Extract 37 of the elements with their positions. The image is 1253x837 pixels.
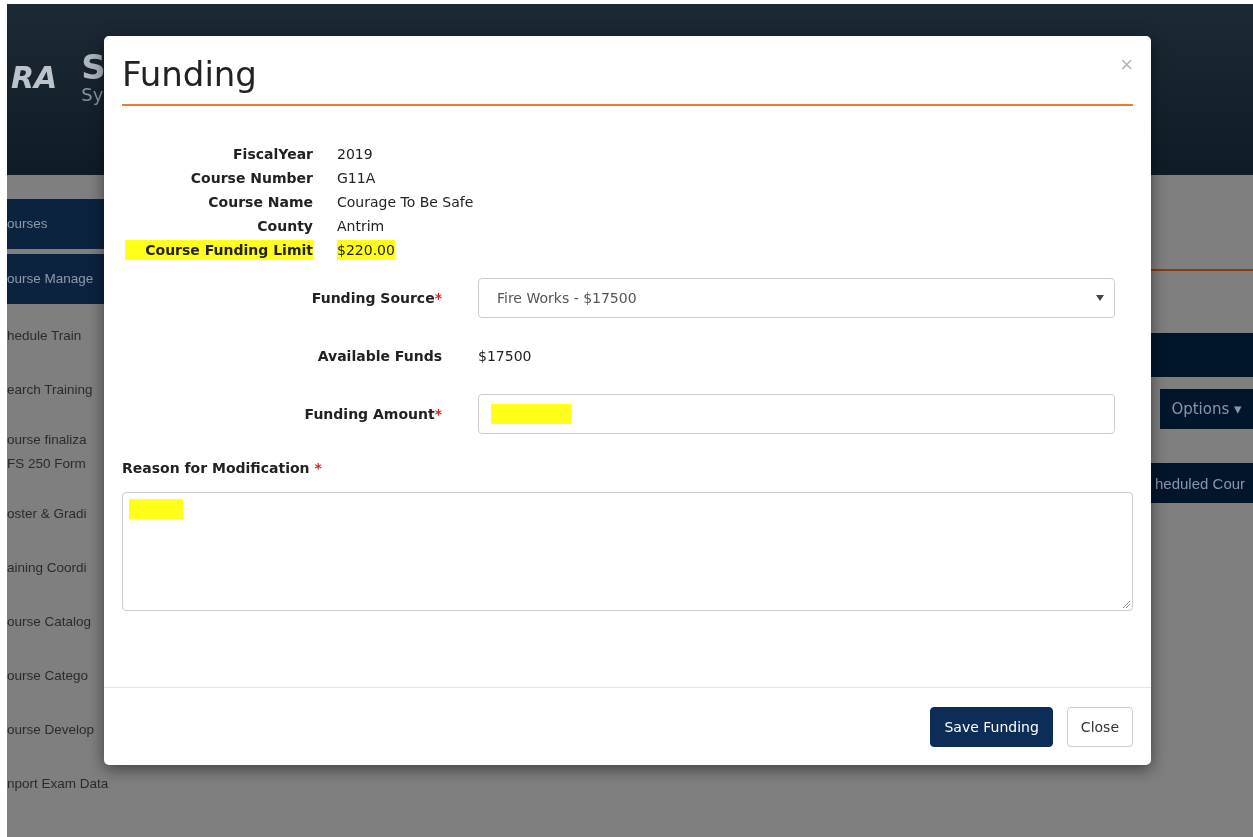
sidebar-item[interactable]: ourse Catalog — [7, 595, 104, 649]
reason-text-area[interactable] — [122, 492, 1133, 611]
sidebar-item[interactable]: earch Training — [7, 363, 104, 417]
input-field[interactable] — [478, 394, 1115, 434]
sidebar-item[interactable]: ourses — [7, 199, 104, 249]
close-button[interactable]: Close — [1066, 706, 1133, 747]
field-label: Funding Source* — [311, 290, 442, 306]
detail-value: 2019 — [337, 145, 373, 164]
sidebar-item[interactable]: aining Coordi — [7, 541, 104, 595]
options-button[interactable]: Options ▾ — [1160, 389, 1253, 429]
detail-value: G11A — [337, 169, 376, 188]
save-button[interactable]: Save Funding — [930, 706, 1053, 747]
sidebar-item[interactable]: ourse Manage — [7, 254, 104, 304]
dialog-title: Funding — [122, 54, 257, 94]
detail-value: Antrim — [337, 217, 385, 236]
detail-value: Courage To Be Safe — [337, 193, 474, 212]
site-subtitle: Sy — [81, 84, 105, 105]
field-value: $17500 — [478, 347, 533, 366]
detail-label: Course Funding Limit — [125, 240, 313, 260]
field-label: Reason for Modification * — [122, 460, 323, 476]
detail-label: County — [257, 217, 313, 236]
detail-label: Course Number — [190, 169, 313, 188]
field-label: Funding Amount* — [304, 406, 442, 422]
sidebar-item[interactable]: oster & Gradi — [7, 487, 104, 541]
detail-label: Course Name — [208, 193, 313, 212]
sidebar-item[interactable]: ourse finaliza FS 250 Form — [7, 417, 104, 487]
sidebar-item[interactable]: ourse Catego — [7, 649, 104, 703]
funding-source-select[interactable]: Fire Works - $17500 — [478, 278, 1115, 318]
detail-label: FiscalYear — [233, 145, 313, 164]
sidebar-item[interactable]: hedule Train — [7, 309, 104, 363]
resize-grip-icon — [1122, 600, 1130, 608]
site-title: S — [81, 50, 106, 84]
sidebar-item[interactable]: ourse Develop — [7, 703, 104, 757]
logo: RA — [11, 60, 58, 95]
field-label: Available Funds — [317, 348, 442, 364]
detail-value: $220.00 — [337, 240, 395, 260]
caret-icon — [1096, 295, 1104, 301]
